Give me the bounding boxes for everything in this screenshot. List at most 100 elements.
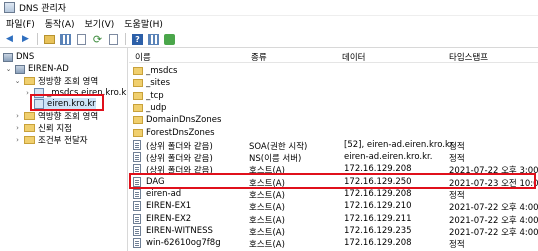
table-row[interactable]: EIREN-EX1 호스트(A) 172.16.129.210 2021-07-22 … xyxy=(129,200,538,214)
tree-item-label: DNS xyxy=(16,52,35,62)
menu-action[interactable]: 동작(A) xyxy=(45,17,75,30)
record-name-cell: ForestDnsZones xyxy=(146,127,215,138)
record-name-cell: _msdcs xyxy=(146,66,178,76)
tree-item-label: EIREN-AD xyxy=(28,64,69,74)
tree-item-reverse-zones[interactable]: › 역방향 조회 영역 xyxy=(14,110,98,122)
collapse-chevron-icon[interactable]: ⌄ xyxy=(5,65,12,73)
up-folder-button[interactable] xyxy=(43,33,56,46)
record-data-cell: 172.16.129.211 xyxy=(344,213,412,224)
dns-manager-icon xyxy=(4,2,15,13)
record-data-cell: 172.16.129.208 xyxy=(344,238,412,249)
document-icon xyxy=(77,33,86,45)
record-type-cell: 호스트(A) xyxy=(249,227,285,238)
forward-arrow-icon[interactable]: ▶ xyxy=(19,33,32,46)
highlight-box-selected-zone xyxy=(30,94,104,111)
table-row[interactable]: EIREN-EX2 호스트(A) 172.16.129.211 2021-07-22 … xyxy=(129,213,538,226)
menu-view[interactable]: 보기(V) xyxy=(85,17,115,30)
refresh-button[interactable]: ⟳ xyxy=(91,33,104,46)
column-header-timestamp[interactable]: 타임스탬프 xyxy=(449,51,488,63)
toolbar-divider xyxy=(37,33,38,45)
help-button[interactable]: ? xyxy=(131,33,144,46)
dns-record-icon xyxy=(133,152,141,163)
collapse-chevron-icon[interactable]: ⌄ xyxy=(14,77,21,85)
back-arrow-icon[interactable]: ◀ xyxy=(3,33,16,46)
record-data-cell: eiren-ad.eiren.kro.kr. xyxy=(344,152,433,163)
dns-icon xyxy=(3,52,13,62)
expand-chevron-icon[interactable]: › xyxy=(14,112,21,120)
menu-help[interactable]: 도움말(H) xyxy=(124,17,163,30)
expand-chevron-icon[interactable]: › xyxy=(14,124,21,132)
toolbar: ◀ ▶ ⟳ ? xyxy=(0,31,538,48)
table-row[interactable]: _msdcs xyxy=(129,65,538,77)
record-timestamp-cell: 2021-07-22 오후 4:00: xyxy=(449,215,538,226)
menu-file[interactable]: 파일(F) xyxy=(6,17,35,30)
record-name-cell: EIREN-EX2 xyxy=(146,213,192,224)
tree-item-label: 정방향 조회 영역 xyxy=(38,77,99,87)
export-list-icon xyxy=(109,33,118,45)
record-timestamp-cell: 정적 xyxy=(449,141,465,152)
table-row[interactable]: win-62610og7f8g 호스트(A) 172.16.129.208 정적 xyxy=(129,237,538,251)
record-name-cell: _sites xyxy=(146,78,171,89)
table-row[interactable]: (상위 폴더와 같음) SOA(권한 시작) [52], eiren-ad.eire… xyxy=(129,139,538,152)
record-timestamp-cell: 2021-07-22 오후 4:00: xyxy=(449,227,538,238)
properties-button[interactable] xyxy=(147,33,160,46)
menu-bar: 파일(F) 동작(A) 보기(V) 도움말(H) xyxy=(0,16,538,31)
copy-button[interactable] xyxy=(75,33,88,46)
tree-item-trust-points[interactable]: › 신뢰 지점 xyxy=(14,122,72,134)
folder-icon xyxy=(24,124,35,132)
tree-item-forward-zones[interactable]: ⌄ 정방향 조회 영역 xyxy=(14,75,98,87)
record-name-cell: (상위 폴더와 같음) xyxy=(146,154,213,165)
record-timestamp-cell: 정적 xyxy=(449,240,465,251)
folder-icon xyxy=(133,128,143,137)
dns-record-icon xyxy=(133,139,141,150)
list-header: 이름 종류 데이터 타임스탬프 xyxy=(129,48,538,63)
folder-icon xyxy=(24,136,35,144)
server-status-icon xyxy=(164,33,175,45)
folder-icon xyxy=(133,103,143,112)
expand-chevron-icon[interactable]: › xyxy=(14,136,21,144)
dns-server-button[interactable] xyxy=(163,33,176,46)
record-name-cell: EIREN-WITNESS xyxy=(146,225,213,236)
dns-record-icon xyxy=(133,238,141,249)
table-row[interactable]: _tcp xyxy=(129,90,538,102)
record-type-cell: 호스트(A) xyxy=(249,215,285,226)
records-list: 이름 종류 데이터 타임스탬프 _msdcs _sites _tcp _udp Doma… xyxy=(129,48,538,251)
title-bar: DNS 관리자 xyxy=(0,0,538,16)
record-type-cell: NS(이름 서버) xyxy=(249,154,302,165)
properties-icon xyxy=(148,33,159,45)
record-type-cell: 호스트(A) xyxy=(249,240,285,251)
show-tree-button[interactable] xyxy=(59,33,72,46)
record-name-cell: _tcp xyxy=(146,90,164,101)
server-icon xyxy=(15,64,25,74)
record-type-cell: 호스트(A) xyxy=(249,191,285,201)
table-row[interactable]: _sites xyxy=(129,77,538,89)
column-header-type[interactable]: 종류 xyxy=(251,51,267,63)
tree-item-label: 역방향 조회 영역 xyxy=(38,112,99,122)
window-title: DNS 관리자 xyxy=(19,4,67,14)
record-timestamp-cell: 정적 xyxy=(449,191,465,201)
folder-icon xyxy=(133,91,143,100)
highlight-box-dag-record xyxy=(129,173,536,189)
folder-icon xyxy=(133,67,143,75)
record-data-cell: 172.16.129.208 xyxy=(344,189,412,199)
column-header-name[interactable]: 이름 xyxy=(135,51,151,63)
tree-item-forwarders[interactable]: › 조건부 전달자 xyxy=(14,134,88,146)
table-row[interactable]: ForestDnsZones xyxy=(129,127,538,139)
console-tree: DNS ⌄ EIREN-AD ⌄ 정방향 조회 영역 › _msdcs.eire… xyxy=(0,48,128,251)
console-tree-icon xyxy=(60,33,71,45)
column-header-data[interactable]: 데이터 xyxy=(342,51,365,63)
record-type-cell: 호스트(A) xyxy=(249,203,285,214)
record-name-cell: DomainDnsZones xyxy=(146,115,222,126)
table-row[interactable]: _udp xyxy=(129,102,538,114)
table-row[interactable]: EIREN-WITNESS 호스트(A) 172.16.129.235 2021-07… xyxy=(129,225,538,238)
export-button[interactable] xyxy=(107,33,120,46)
table-row[interactable]: (상위 폴더와 같음) NS(이름 서버) eiren-ad.eiren.kro.k… xyxy=(129,151,538,165)
record-name-cell: win-62610og7f8g xyxy=(146,238,221,249)
tree-item-server[interactable]: ⌄ EIREN-AD xyxy=(5,63,69,75)
dns-record-icon xyxy=(133,201,141,212)
table-row[interactable]: eiren-ad 호스트(A) 172.16.129.208 정적 xyxy=(129,188,538,201)
table-row[interactable]: DomainDnsZones xyxy=(129,114,538,126)
tree-item-label: 신뢰 지점 xyxy=(38,124,72,134)
tree-item-dns[interactable]: DNS xyxy=(3,51,34,63)
tree-item-label: 조건부 전달자 xyxy=(38,136,88,146)
